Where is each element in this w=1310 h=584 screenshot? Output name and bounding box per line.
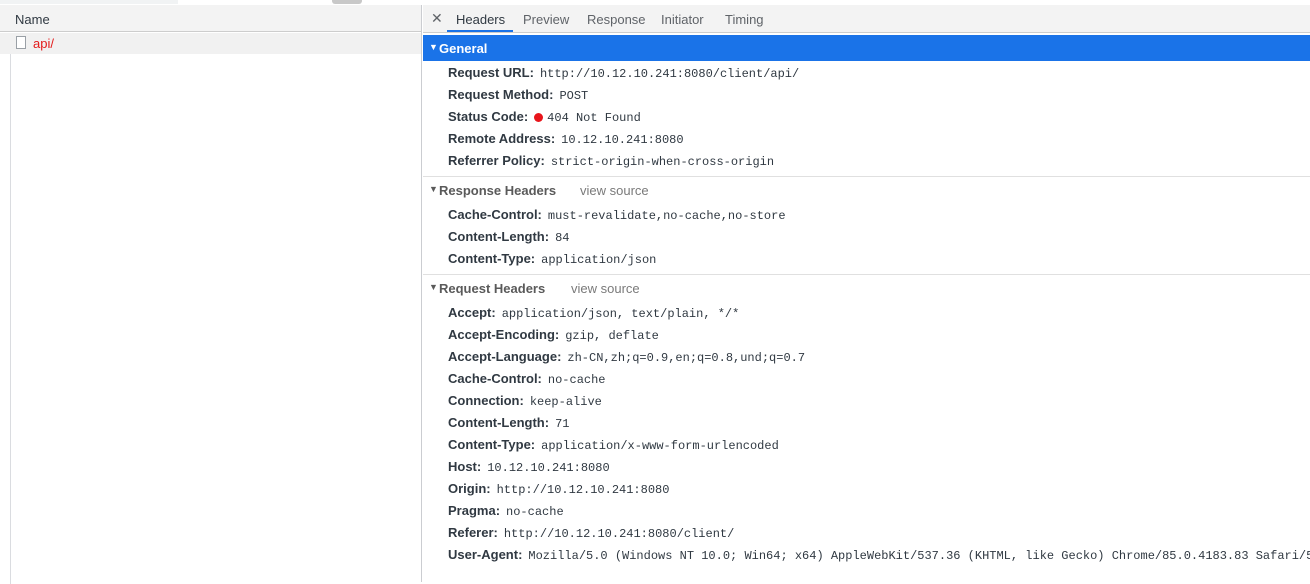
general-row: Request URL: http://10.12.10.241:8080/cli… — [448, 65, 799, 85]
header-value: keep-alive — [529, 395, 602, 409]
request-header-row: Pragma: no-cache — [448, 503, 564, 523]
request-header-row: Cache-Control: no-cache — [448, 371, 606, 391]
tab-headers[interactable]: Headers — [456, 12, 505, 27]
top-strip-segment — [0, 0, 178, 4]
close-icon[interactable]: ✕ — [431, 10, 443, 27]
status-error-dot-icon — [534, 113, 544, 122]
tab-timing[interactable]: Timing — [725, 12, 764, 27]
header-key: Connection: — [448, 393, 524, 408]
header-key: Accept-Language: — [448, 349, 562, 364]
header-value: application/json — [541, 253, 657, 267]
column-divider — [10, 54, 11, 584]
response-header-row: Content-Type: application/json — [448, 251, 656, 271]
request-details-panel: ✕ Headers Preview Response Initiator Tim… — [423, 5, 1310, 582]
header-value: 84 — [555, 231, 570, 245]
general-section-header[interactable]: ▼ General — [423, 35, 1310, 61]
response-headers-title: Response Headers — [439, 183, 557, 198]
name-column-header[interactable]: Name — [15, 12, 50, 27]
header-key: Referrer Policy: — [448, 153, 545, 168]
request-row[interactable]: api/ — [0, 33, 421, 54]
document-icon — [16, 36, 26, 49]
header-value: zh-CN,zh;q=0.9,en;q=0.8,und;q=0.7 — [567, 351, 806, 365]
request-header-row: Content-Type: application/x-www-form-urle… — [448, 437, 779, 457]
header-key: Accept-Encoding: — [448, 327, 560, 342]
header-key: Content-Type: — [448, 437, 536, 452]
request-header-row: Connection: keep-alive — [448, 393, 602, 413]
request-header-row: Accept-Encoding: gzip, deflate — [448, 327, 659, 347]
header-value: Mozilla/5.0 (Windows NT 10.0; Win64; x64… — [528, 549, 1310, 563]
header-key: Referer: — [448, 525, 498, 540]
request-header-row: Host: 10.12.10.241:8080 — [448, 459, 610, 479]
response-headers-section-header[interactable]: ▼ Response Headers view source — [423, 177, 1310, 203]
header-value: 10.12.10.241:8080 — [487, 461, 610, 475]
request-header-row: Referer: http://10.12.10.241:8080/client/ — [448, 525, 734, 545]
header-key: Origin: — [448, 481, 491, 496]
header-key: Content-Length: — [448, 229, 550, 244]
details-tab-bar: ✕ Headers Preview Response Initiator Tim… — [423, 5, 1310, 33]
response-header-row: Cache-Control: must-revalidate,no-cache,n… — [448, 207, 786, 227]
header-value: gzip, deflate — [565, 329, 659, 343]
request-header-row: Content-Length: 71 — [448, 415, 570, 435]
request-headers-section-header[interactable]: ▼ Request Headers view source — [423, 275, 1310, 301]
header-value: must-revalidate,no-cache,no-store — [547, 209, 786, 223]
general-row: Referrer Policy: strict-origin-when-cross… — [448, 153, 774, 173]
triangle-down-icon: ▼ — [429, 42, 438, 52]
active-tab-indicator — [447, 30, 513, 32]
header-key: Accept: — [448, 305, 496, 320]
request-headers-title: Request Headers — [439, 281, 546, 296]
header-value: application/x-www-form-urlencoded — [541, 439, 779, 453]
header-key: Status Code: — [448, 109, 529, 124]
header-key: Request Method: — [448, 87, 554, 102]
header-value: http://10.12.10.241:8080 — [496, 483, 670, 497]
general-row: Status Code: 404 Not Found — [448, 109, 641, 129]
header-value: 10.12.10.241:8080 — [561, 133, 684, 147]
header-value: http://10.12.10.241:8080/client/api/ — [539, 67, 800, 81]
response-header-row: Content-Length: 84 — [448, 229, 570, 249]
tab-initiator[interactable]: Initiator — [661, 12, 704, 27]
header-key: Request URL: — [448, 65, 534, 80]
triangle-down-icon: ▼ — [429, 282, 438, 292]
request-header-row: Accept: application/json, text/plain, */* — [448, 305, 739, 325]
header-value: application/json, text/plain, */* — [501, 307, 740, 321]
header-key: Cache-Control: — [448, 371, 542, 386]
tab-preview[interactable]: Preview — [523, 12, 569, 27]
triangle-down-icon: ▼ — [429, 184, 438, 194]
request-header-row: User-Agent: Mozilla/5.0 (Windows NT 10.0;… — [448, 547, 1310, 567]
header-value: POST — [559, 89, 589, 103]
view-source-link[interactable]: view source — [571, 281, 640, 296]
header-key: Content-Type: — [448, 251, 536, 266]
header-key: Content-Length: — [448, 415, 550, 430]
request-list-panel: Name api/ — [0, 5, 422, 584]
general-row: Request Method: POST — [448, 87, 588, 107]
status-code-value: 404 Not Found — [547, 111, 641, 125]
header-value: no-cache — [547, 373, 606, 387]
header-key: Cache-Control: — [448, 207, 542, 222]
header-key: Remote Address: — [448, 131, 556, 146]
header-value: http://10.12.10.241:8080/client/ — [503, 527, 735, 541]
request-list-header[interactable]: Name — [0, 5, 421, 32]
header-key: Host: — [448, 459, 482, 474]
scroll-thumb[interactable] — [332, 0, 362, 4]
request-header-row: Accept-Language: zh-CN,zh;q=0.9,en;q=0.8,… — [448, 349, 805, 369]
request-header-row: Origin: http://10.12.10.241:8080 — [448, 481, 669, 501]
header-key: Pragma: — [448, 503, 501, 518]
header-value: 71 — [555, 417, 570, 431]
tab-response[interactable]: Response — [587, 12, 646, 27]
general-row: Remote Address: 10.12.10.241:8080 — [448, 131, 684, 151]
header-value: strict-origin-when-cross-origin — [550, 155, 775, 169]
request-name[interactable]: api/ — [33, 36, 54, 51]
general-section-title: General — [439, 41, 488, 56]
header-key: User-Agent: — [448, 547, 523, 562]
view-source-link[interactable]: view source — [580, 183, 649, 198]
header-value: no-cache — [506, 505, 564, 519]
